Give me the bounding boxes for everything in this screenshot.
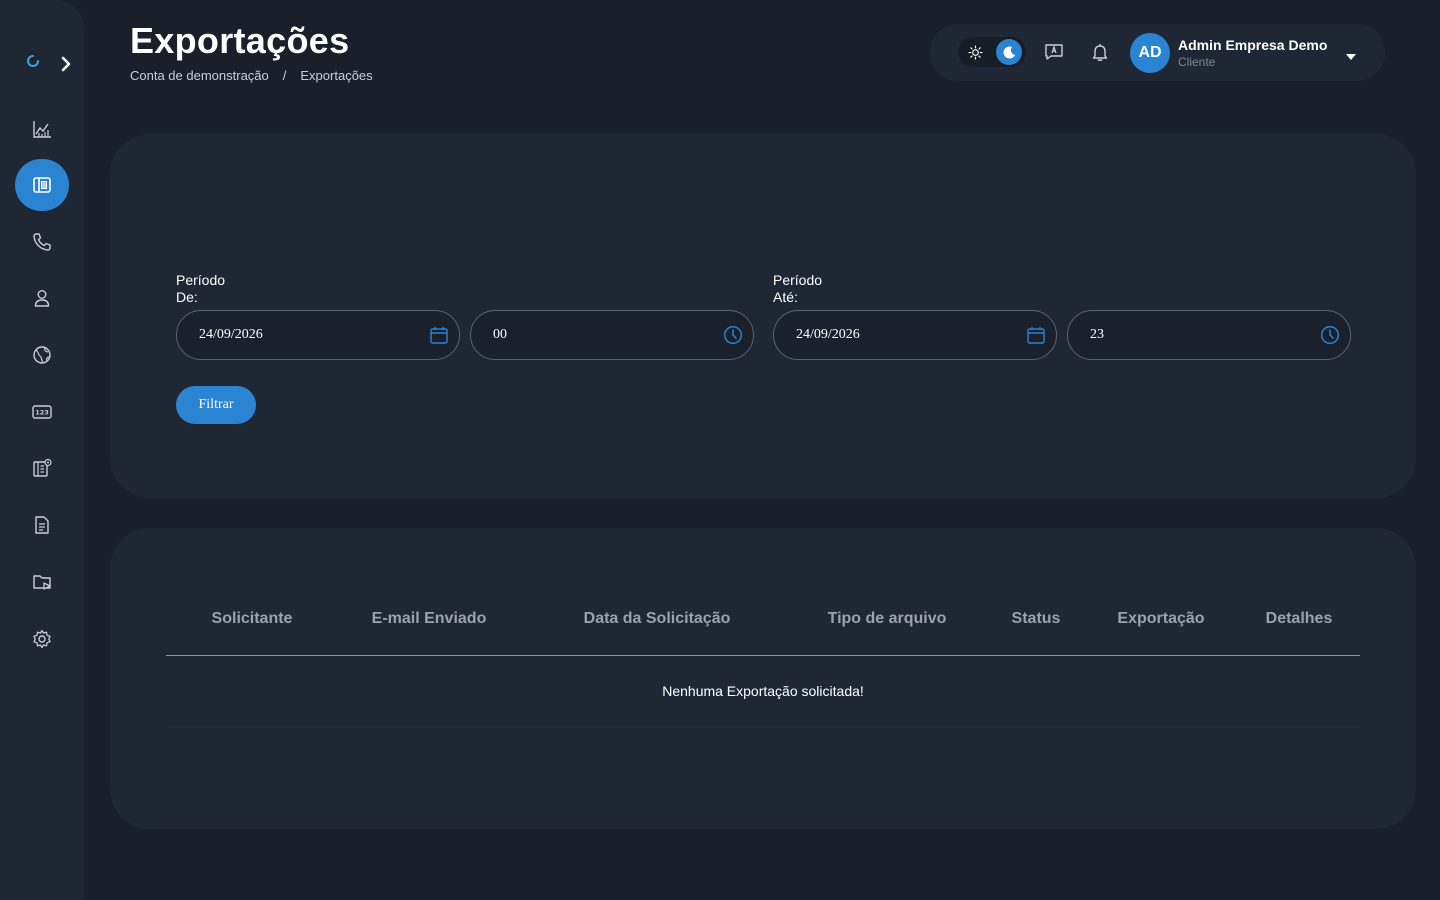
to-date-input[interactable] [796,311,1016,359]
chevron-down-icon[interactable] [1346,48,1356,60]
period-to-label-line1: Período [773,272,823,288]
period-from-label-line2: De: [176,289,198,305]
period-to-label: Período Até: [773,272,822,306]
sidebar-item-calls[interactable] [15,216,69,268]
sidebar-item-documents[interactable] [15,499,69,551]
sun-icon[interactable] [964,41,986,63]
chat-icon[interactable] [1043,41,1065,63]
user-role: Cliente [1178,55,1216,69]
clock-icon[interactable] [1320,325,1340,345]
avatar[interactable]: AD [1130,33,1170,73]
sidebar-item-settings[interactable] [15,613,69,665]
records-icon [33,458,52,477]
from-date-input[interactable] [199,311,419,359]
period-from-label-line1: Período [176,272,226,288]
to-date-field[interactable] [773,310,1057,360]
page-title: Exportações [130,20,350,61]
empty-table-message: Nenhuma Exportação solicitada! [662,683,864,699]
period-from-label: Período De: [176,272,225,306]
column-header-email-sent[interactable]: E-mail Enviado [372,610,487,628]
to-hour-field[interactable] [1067,310,1351,360]
sidebar-item-media[interactable] [15,556,69,608]
logo-icon [24,52,42,70]
column-header-details[interactable]: Detalhes [1266,610,1333,628]
breadcrumb-separator: / [282,68,287,83]
table-header-divider [166,655,1360,656]
table-row-divider [166,727,1360,728]
bell-icon[interactable] [1089,41,1111,63]
chart-icon [33,121,51,138]
sidebar-item-users[interactable] [15,272,69,324]
sidebar-item-globe[interactable] [15,329,69,381]
filter-panel: Período De: Período Até: Filtrar [110,134,1416,498]
clock-icon[interactable] [723,325,743,345]
from-date-field[interactable] [176,310,460,360]
to-hour-input[interactable] [1090,311,1310,359]
column-header-export[interactable]: Exportação [1117,610,1204,628]
folder-play-icon [33,575,51,590]
svg-text:123: 123 [35,409,49,417]
column-header-file-type[interactable]: Tipo de arquivo [828,610,947,628]
calendar-icon[interactable] [1026,325,1046,345]
column-header-request-date[interactable]: Data da Solicitação [584,610,731,628]
topbar: AD Admin Empresa Demo Cliente [930,24,1385,81]
from-hour-field[interactable] [470,310,754,360]
numbers-icon: 123 [32,405,52,419]
sidebar-item-dashboard[interactable] [15,103,69,155]
column-header-requester[interactable]: Solicitante [212,610,293,628]
theme-switch[interactable] [958,37,1026,67]
filter-button[interactable]: Filtrar [176,386,256,424]
from-hour-input[interactable] [493,311,713,359]
document-icon [35,516,49,534]
globe-icon [33,346,51,364]
user-name[interactable]: Admin Empresa Demo [1178,37,1327,53]
moon-icon[interactable] [996,39,1022,65]
calendar-icon[interactable] [429,325,449,345]
sidebar-expand-chevron-icon[interactable] [57,55,75,73]
breadcrumb-current: Exportações [300,68,373,83]
phone-icon [33,233,51,251]
sidebar: 123 [0,0,84,900]
user-icon [34,290,50,307]
settings-icon [33,629,51,649]
breadcrumb: Conta de demonstração / Exportações [130,68,373,83]
export-icon [33,177,51,193]
sidebar-item-exports[interactable] [15,159,69,211]
sidebar-item-records[interactable] [15,442,69,494]
exports-table-panel: Solicitante E-mail Enviado Data da Solic… [110,528,1416,829]
breadcrumb-account-link[interactable]: Conta de demonstração [130,68,269,83]
sidebar-item-numbers[interactable]: 123 [15,386,69,438]
column-header-status[interactable]: Status [1012,610,1061,628]
period-to-label-line2: Até: [773,289,798,305]
